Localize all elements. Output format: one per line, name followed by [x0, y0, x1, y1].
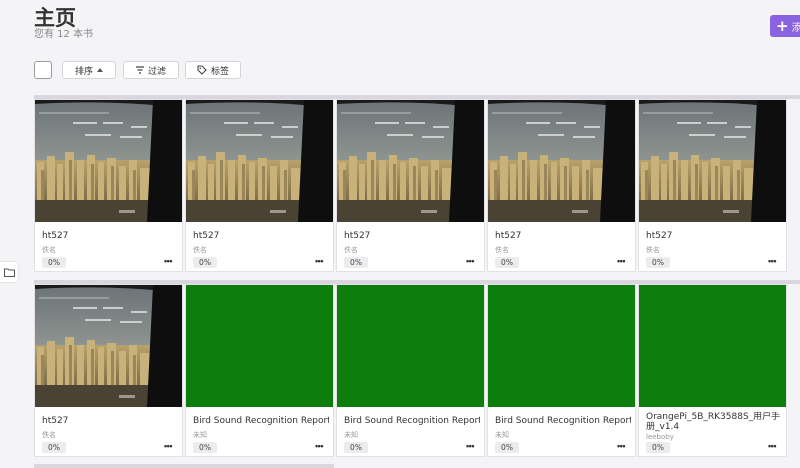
more-options-icon[interactable]: ••• [161, 442, 175, 452]
select-all-checkbox[interactable] [34, 61, 52, 79]
more-options-icon[interactable]: ••• [765, 442, 779, 452]
book-card[interactable]: Bird Sound Recognition Report 未知 0% ••• [336, 284, 485, 457]
filter-icon [135, 66, 144, 74]
plus-icon: + [776, 16, 789, 35]
book-title: ht527 [344, 231, 371, 241]
more-options-icon[interactable]: ••• [161, 257, 175, 267]
book-card[interactable]: ht527 佚名 0% ••• [34, 284, 183, 457]
more-options-icon[interactable]: ••• [463, 442, 477, 452]
progress-badge: 0% [646, 442, 670, 453]
book-title: ht527 [193, 231, 220, 241]
book-cover[interactable] [488, 100, 635, 222]
book-cover[interactable] [639, 100, 786, 222]
caret-up-icon [97, 68, 103, 72]
tag-icon [197, 65, 207, 75]
more-options-icon[interactable]: ••• [765, 257, 779, 267]
book-card[interactable]: ht527 佚名 0% ••• [336, 99, 485, 272]
folder-toggle[interactable] [0, 262, 18, 282]
progress-badge: 0% [193, 257, 217, 268]
book-cover[interactable] [488, 285, 635, 407]
add-book-button[interactable]: + 添 [770, 15, 800, 37]
book-author: 佚名 [193, 246, 207, 254]
book-author: 未知 [495, 431, 509, 439]
book-card[interactable]: OrangePi_5B_RK3588S_用户手册_v1.4 leeboby 0%… [638, 284, 787, 457]
tags-label: 标签 [210, 66, 229, 77]
more-options-icon[interactable]: ••• [312, 442, 326, 452]
book-author: 佚名 [344, 246, 358, 254]
book-title: Bird Sound Recognition Report [193, 416, 329, 426]
progress-badge: 0% [344, 442, 368, 453]
book-cover[interactable] [337, 285, 484, 407]
progress-badge: 0% [42, 442, 66, 453]
book-card[interactable]: ht527 佚名 0% ••• [185, 99, 334, 272]
progress-badge: 0% [42, 257, 66, 268]
book-cover[interactable] [186, 100, 333, 222]
book-cover[interactable] [639, 285, 786, 407]
book-author: 未知 [193, 431, 207, 439]
sort-button[interactable]: 排序 [62, 61, 116, 79]
add-book-label: 添 [791, 22, 800, 34]
book-title: Bird Sound Recognition Report [344, 416, 480, 426]
progress-badge: 0% [193, 442, 217, 453]
book-author: leeboby [646, 433, 674, 441]
book-card[interactable]: Bird Sound Recognition Report 未知 0% ••• [185, 284, 334, 457]
filter-label: 过滤 [147, 66, 166, 77]
more-options-icon[interactable]: ••• [312, 257, 326, 267]
book-author: 佚名 [42, 246, 56, 254]
book-cover[interactable] [35, 100, 182, 222]
progress-badge: 0% [646, 257, 670, 268]
book-title: ht527 [42, 231, 69, 241]
book-author: 佚名 [495, 246, 509, 254]
folder-icon [3, 268, 15, 277]
tags-button[interactable]: 标签 [185, 61, 241, 79]
filter-button[interactable]: 过滤 [123, 61, 179, 79]
more-options-icon[interactable]: ••• [463, 257, 477, 267]
book-card[interactable]: ht527 佚名 0% ••• [638, 99, 787, 272]
book-author: 未知 [344, 431, 358, 439]
book-title: Bird Sound Recognition Report [495, 416, 631, 426]
book-title: ht527 [42, 416, 69, 426]
book-author: 佚名 [646, 246, 660, 254]
progress-badge: 0% [495, 442, 519, 453]
more-options-icon[interactable]: ••• [614, 442, 628, 452]
book-title: ht527 [646, 231, 673, 241]
book-author: 佚名 [42, 431, 56, 439]
book-title: OrangePi_5B_RK3588S_用户手册_v1.4 [646, 412, 781, 432]
book-card[interactable]: ht527 佚名 0% ••• [487, 99, 636, 272]
book-cover[interactable] [186, 285, 333, 407]
book-card[interactable]: ht527 佚名 0% ••• [34, 99, 183, 272]
progress-badge: 0% [495, 257, 519, 268]
book-cover[interactable] [337, 100, 484, 222]
book-card[interactable]: Bird Sound Recognition Report 未知 0% ••• [487, 284, 636, 457]
book-title: ht527 [495, 231, 522, 241]
progress-badge: 0% [344, 257, 368, 268]
book-count: 您有 12 本书 [34, 29, 94, 40]
sort-label: 排序 [74, 66, 93, 77]
row-divider [34, 464, 334, 468]
more-options-icon[interactable]: ••• [614, 257, 628, 267]
book-cover[interactable] [35, 285, 182, 407]
